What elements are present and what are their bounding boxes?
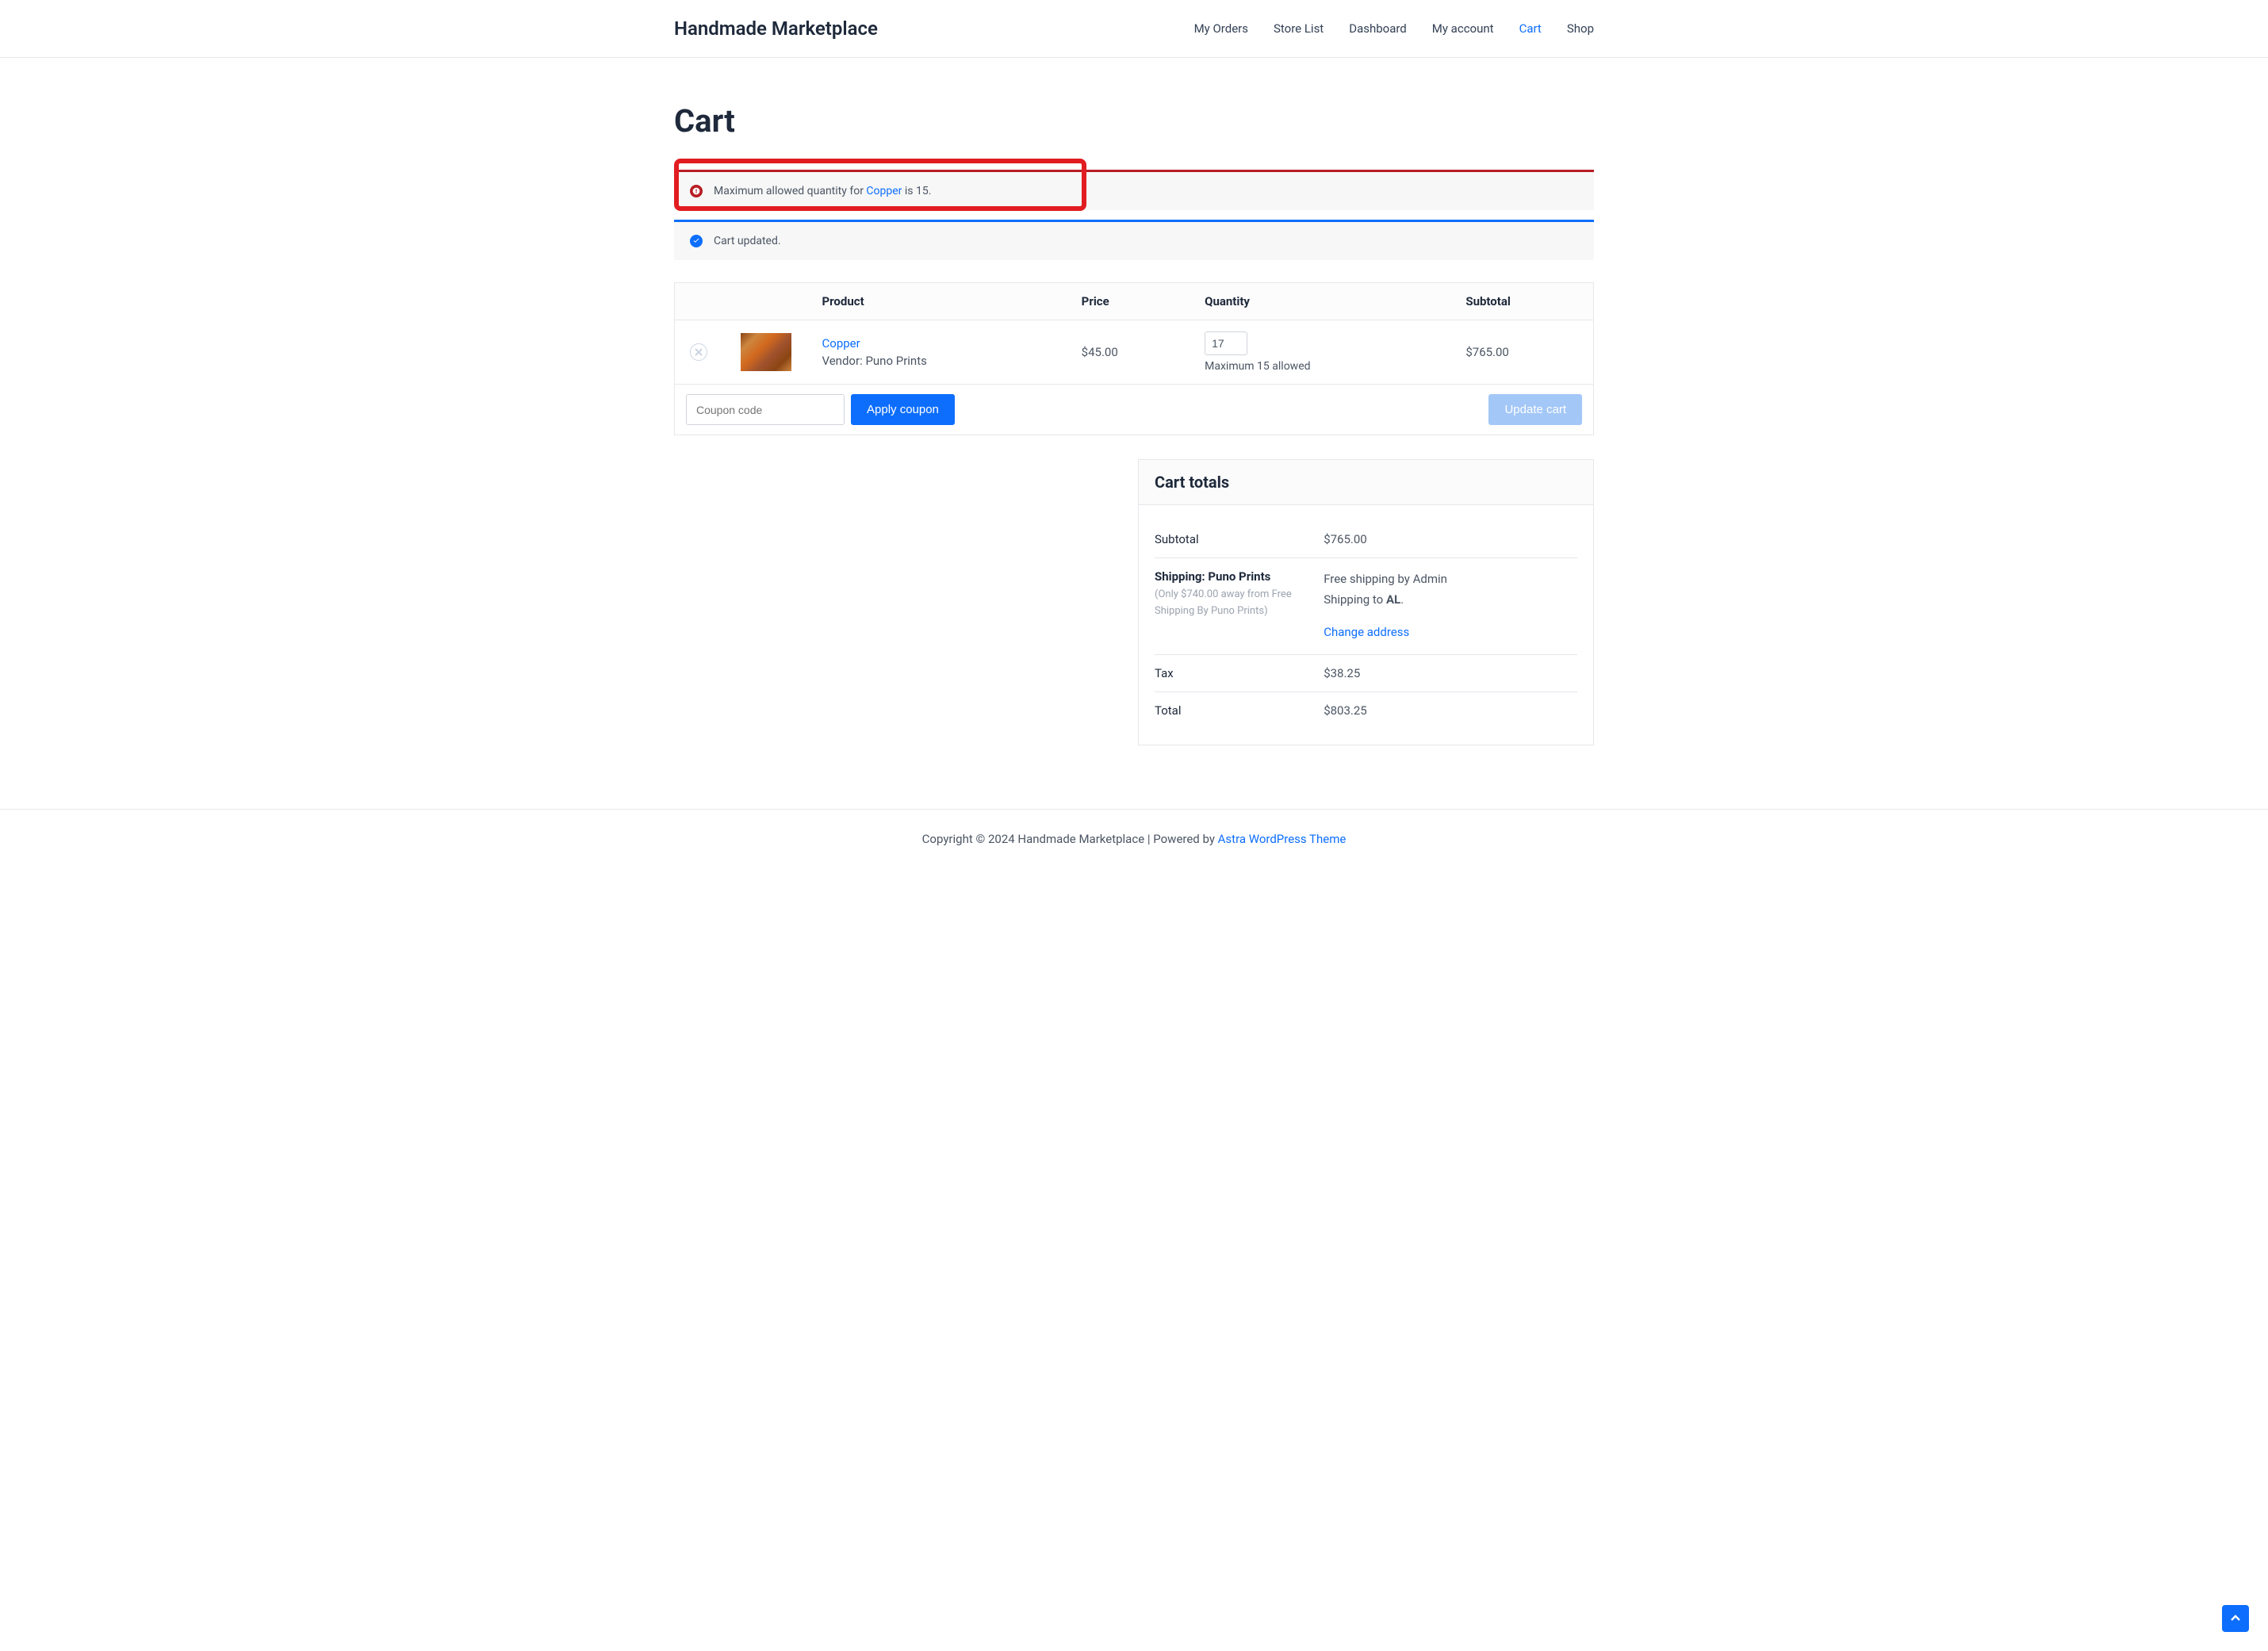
nav-cart[interactable]: Cart: [1519, 21, 1542, 36]
info-notice: Cart updated.: [674, 220, 1594, 260]
item-price: $45.00: [1069, 320, 1192, 385]
subtotal-label: Subtotal: [1155, 532, 1324, 546]
highlight-annotation: [674, 159, 1086, 211]
shipping-label: Shipping: Puno Prints: [1155, 569, 1270, 584]
footer-text: Copyright © 2024 Handmade Marketplace | …: [922, 832, 1218, 846]
nav-my-orders[interactable]: My Orders: [1194, 21, 1248, 36]
nav-shop[interactable]: Shop: [1567, 21, 1594, 36]
shipping-method: Free shipping by Admin: [1324, 569, 1577, 590]
check-icon: [690, 235, 703, 247]
update-cart-button[interactable]: Update cart: [1488, 394, 1582, 425]
shipping-to-text: Shipping to: [1324, 592, 1386, 607]
quantity-note: Maximum 15 allowed: [1205, 360, 1440, 373]
cart-totals: Cart totals Subtotal $765.00 Shipping: P…: [1138, 459, 1594, 745]
footer-theme-link[interactable]: Astra WordPress Theme: [1218, 832, 1347, 846]
col-price: Price: [1069, 283, 1192, 320]
tax-label: Tax: [1155, 666, 1324, 680]
cart-totals-title: Cart totals: [1139, 460, 1593, 505]
scroll-to-top-button[interactable]: [2222, 1605, 2249, 1632]
vendor-name: Puno Prints: [865, 354, 926, 368]
col-product: Product: [810, 283, 1069, 320]
change-address-link[interactable]: Change address: [1324, 622, 1577, 643]
total-value: $803.25: [1324, 703, 1577, 718]
cart-table: Product Price Quantity Subtotal Copper V…: [674, 282, 1594, 385]
table-row: Copper Vendor: Puno Prints $45.00 Maximu…: [675, 320, 1594, 385]
product-thumbnail[interactable]: [741, 333, 791, 371]
site-footer: Copyright © 2024 Handmade Marketplace | …: [0, 809, 2268, 868]
item-subtotal: $765.00: [1453, 320, 1593, 385]
nav-my-account[interactable]: My account: [1432, 21, 1494, 36]
nav-store-list[interactable]: Store List: [1274, 21, 1324, 36]
nav-dashboard[interactable]: Dashboard: [1349, 21, 1407, 36]
product-name-link[interactable]: Copper: [822, 336, 1056, 351]
shipping-destination: AL: [1386, 592, 1400, 607]
site-title[interactable]: Handmade Marketplace: [674, 17, 878, 40]
coupon-input[interactable]: [686, 394, 845, 425]
chevron-up-icon: [2230, 1613, 2241, 1624]
col-subtotal: Subtotal: [1453, 283, 1593, 320]
main-nav: My Orders Store List Dashboard My accoun…: [1194, 21, 1594, 36]
vendor-label: Vendor:: [822, 354, 863, 368]
apply-coupon-button[interactable]: Apply coupon: [851, 394, 955, 425]
total-label: Total: [1155, 703, 1324, 718]
shipping-note: (Only $740.00 away from Free Shipping By…: [1155, 587, 1316, 620]
tax-value: $38.25: [1324, 666, 1577, 680]
remove-item-button[interactable]: [690, 343, 707, 361]
col-quantity: Quantity: [1192, 283, 1453, 320]
quantity-input[interactable]: [1205, 331, 1247, 355]
cart-actions: Apply coupon Update cart: [674, 385, 1594, 435]
info-text: Cart updated.: [714, 235, 781, 247]
site-header: Handmade Marketplace My Orders Store Lis…: [0, 0, 2268, 58]
page-title: Cart: [674, 102, 1594, 140]
subtotal-value: $765.00: [1324, 532, 1577, 546]
